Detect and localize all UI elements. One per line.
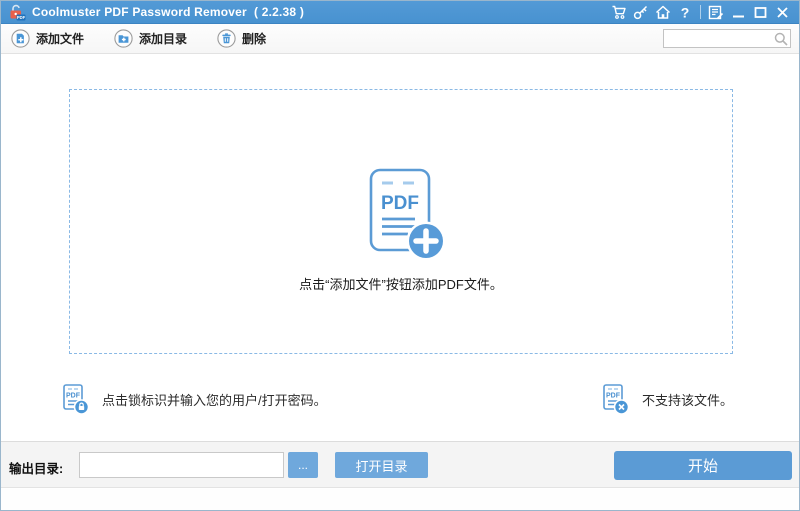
titlebar: PDF Coolmuster PDF Password Remover ( 2.… xyxy=(1,1,799,24)
home-icon xyxy=(655,5,671,19)
close-icon xyxy=(776,6,788,18)
add-folder-button[interactable]: 添加目录 xyxy=(114,29,187,48)
home-button[interactable] xyxy=(652,2,674,22)
start-button[interactable]: 开始 xyxy=(614,451,792,480)
maximize-icon xyxy=(754,6,766,18)
pdf-lock-icon: PDF xyxy=(63,384,89,415)
bottom-bar: 输出目录: ... 打开目录 开始 xyxy=(1,441,799,488)
svg-text:PDF: PDF xyxy=(17,15,26,20)
cart-icon xyxy=(612,5,626,19)
app-logo-icon: PDF xyxy=(10,4,26,20)
pdf-small-label: PDF xyxy=(66,393,81,400)
minimize-button[interactable] xyxy=(727,2,749,22)
feedback-button[interactable] xyxy=(705,2,727,22)
unsupported-hint: PDF 不支持该文件。 xyxy=(602,383,733,415)
pdf-dropzone[interactable]: PDF 点击“添加文件”按钮添加PDF文件。 xyxy=(69,89,733,354)
delete-icon xyxy=(217,29,236,48)
delete-button[interactable]: 删除 xyxy=(217,29,266,48)
minimize-icon xyxy=(732,15,744,17)
main-area: PDF 点击“添加文件”按钮添加PDF文件。 PDF 点击锁标识并输入您的用户/… xyxy=(1,54,799,441)
pdf-label: PDF xyxy=(381,193,419,214)
add-file-label: 添加文件 xyxy=(36,32,85,46)
pdf-small-label: PDF xyxy=(606,393,621,400)
output-dir-label: 输出目录: xyxy=(9,462,64,476)
add-folder-icon xyxy=(114,29,133,48)
help-icon: ? xyxy=(681,5,690,20)
search-icon[interactable] xyxy=(773,31,789,47)
store-button[interactable] xyxy=(608,2,630,22)
open-directory-button[interactable]: 打开目录 xyxy=(335,452,428,478)
password-hint: PDF 点击锁标识并输入您的用户/打开密码。 xyxy=(62,383,327,415)
help-button[interactable]: ? xyxy=(674,2,696,22)
key-icon xyxy=(633,5,648,20)
pdf-error-icon: PDF xyxy=(603,384,629,415)
unsupported-hint-text: 不支持该文件。 xyxy=(642,392,734,408)
search-input[interactable] xyxy=(664,31,773,46)
footer-strip xyxy=(1,489,799,510)
close-button[interactable] xyxy=(771,2,793,22)
add-folder-label: 添加目录 xyxy=(139,32,188,46)
delete-label: 删除 xyxy=(242,32,267,46)
search-box xyxy=(663,29,791,48)
toolbar: 添加文件 添加目录 删除 xyxy=(1,24,799,54)
add-file-button[interactable]: 添加文件 xyxy=(11,29,84,48)
pdf-add-icon: PDF xyxy=(369,168,445,261)
browse-button[interactable]: ... xyxy=(288,452,318,478)
feedback-icon xyxy=(708,5,724,19)
dropzone-hint-text: 点击“添加文件”按钮添加PDF文件。 xyxy=(299,277,503,292)
app-window: PDF Coolmuster PDF Password Remover ( 2.… xyxy=(0,0,800,511)
register-button[interactable] xyxy=(630,2,652,22)
window-title: Coolmuster PDF Password Remover ( 2.2.38… xyxy=(32,5,305,19)
svg-text:?: ? xyxy=(681,5,690,20)
password-hint-text: 点击锁标识并输入您的用户/打开密码。 xyxy=(102,392,327,408)
titlebar-divider xyxy=(700,5,701,19)
output-dir-input[interactable] xyxy=(79,452,284,478)
add-file-icon xyxy=(11,29,30,48)
maximize-button[interactable] xyxy=(749,2,771,22)
